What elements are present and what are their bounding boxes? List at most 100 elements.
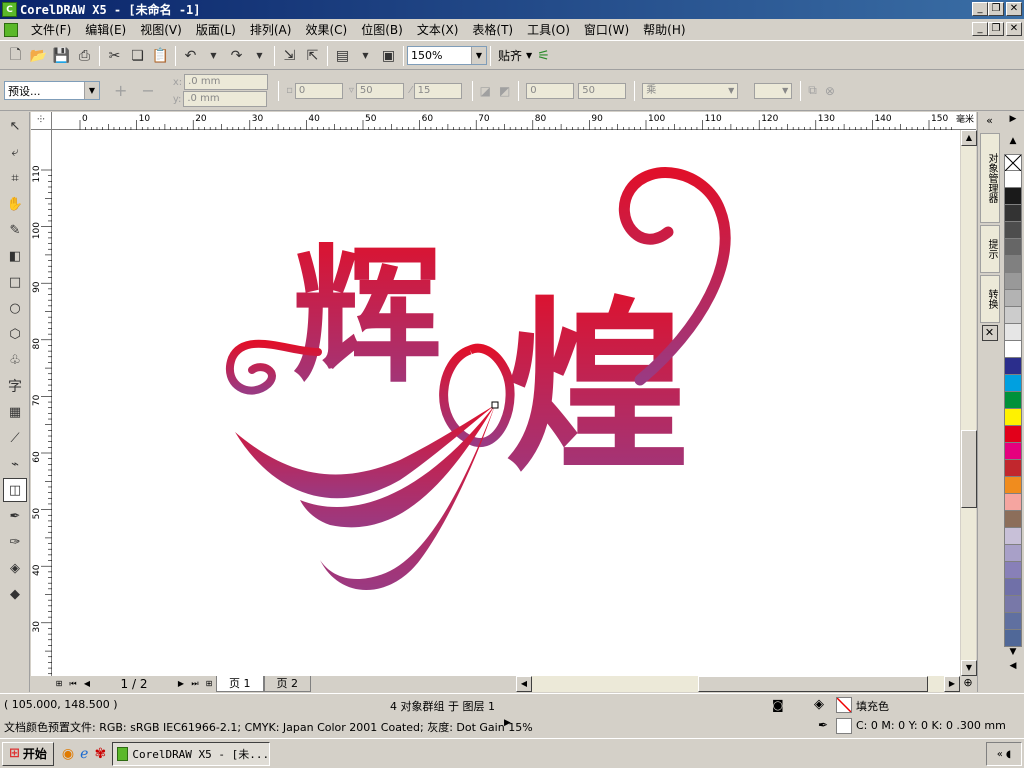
docker-collapse-icon[interactable]: «: [978, 114, 1001, 127]
color-profile-info[interactable]: 文档颜色预置文件: RGB: sRGB IEC61966-2.1; CMYK: …: [4, 719, 533, 735]
menu-file[interactable]: 文件(F): [24, 21, 78, 39]
dimension-tool[interactable]: ⟋: [3, 426, 27, 450]
doc-restore-button[interactable]: ❐: [988, 22, 1004, 36]
docker-tab-transform[interactable]: 转换: [980, 275, 1000, 323]
clear-shadow-icon[interactable]: ⊗: [825, 84, 835, 98]
drop-shadow-tool[interactable]: ◫: [3, 478, 27, 502]
outline-tool[interactable]: ✑: [3, 530, 27, 554]
palette-swatch[interactable]: [1004, 307, 1022, 324]
palette-swatch[interactable]: [1004, 409, 1022, 426]
add-page-after-button[interactable]: ⊞: [202, 677, 216, 691]
remove-preset-icon[interactable]: −: [141, 81, 154, 100]
table-tool[interactable]: ▦: [3, 400, 27, 424]
palette-swatch[interactable]: [1004, 205, 1022, 222]
close-button[interactable]: ✕: [1006, 2, 1022, 16]
palette-swatch[interactable]: [1004, 171, 1022, 188]
restore-button[interactable]: ❐: [988, 2, 1004, 16]
palette-swatch[interactable]: [1004, 596, 1022, 613]
shadow-feather-field[interactable]: 15: [413, 82, 462, 99]
copy-button[interactable]: ❏: [126, 45, 149, 67]
palette-swatch[interactable]: [1004, 273, 1022, 290]
horizontal-scrollbar[interactable]: ◀ ▶: [516, 676, 960, 692]
palette-swatch[interactable]: [1004, 630, 1022, 647]
smart-fill-tool[interactable]: ◧: [3, 244, 27, 268]
palette-swatch[interactable]: [1004, 392, 1022, 409]
system-tray[interactable]: « ◖: [986, 742, 1022, 766]
palette-swatch[interactable]: [1004, 477, 1022, 494]
artwork[interactable]: 辉 煌: [52, 130, 960, 676]
paste-button[interactable]: 📋: [149, 45, 172, 67]
menu-help[interactable]: 帮助(H): [636, 21, 692, 39]
document-icon[interactable]: [4, 22, 18, 37]
doc-close-button[interactable]: ✕: [1006, 22, 1022, 36]
app-launcher-button[interactable]: ▤: [331, 45, 354, 67]
x-offset-field[interactable]: .0 mm: [184, 74, 269, 90]
palette-swatch[interactable]: [1004, 426, 1022, 443]
docker-close-icon[interactable]: ✕: [981, 325, 998, 341]
vertical-scrollbar[interactable]: ▲ ▼: [960, 130, 977, 676]
scroll-down-button[interactable]: ▼: [961, 660, 977, 676]
scroll-right-button[interactable]: ▶: [944, 676, 960, 692]
curve-tool[interactable]: ✎: [3, 218, 27, 242]
new-document-button[interactable]: 🗋: [4, 45, 27, 67]
palette-swatch[interactable]: [1004, 324, 1022, 341]
shadow-opacity-field[interactable]: 50: [355, 82, 404, 99]
menu-view[interactable]: 视图(V): [133, 21, 189, 39]
palette-swatch[interactable]: [1004, 579, 1022, 596]
palette-swatch[interactable]: [1004, 222, 1022, 239]
menu-text[interactable]: 文本(X): [410, 21, 466, 39]
interactive-fill-tool[interactable]: ◆: [3, 582, 27, 606]
feather-direction-icon[interactable]: ◪: [480, 84, 491, 98]
ruler-origin[interactable]: ⸭: [31, 112, 52, 130]
y-offset-field[interactable]: .0 mm: [183, 91, 268, 107]
palette-swatch[interactable]: [1004, 562, 1022, 579]
docker-tab-hints[interactable]: 提示: [980, 225, 1000, 273]
app-launcher-dropdown[interactable]: ▼: [354, 45, 377, 67]
pan-tool[interactable]: ✋: [3, 192, 27, 216]
menu-effects[interactable]: 效果(C): [298, 21, 354, 39]
zoom-navigator-icon[interactable]: ⊕: [960, 676, 976, 692]
no-color-swatch[interactable]: [1004, 154, 1022, 171]
redo-dropdown[interactable]: ▼: [248, 45, 271, 67]
drawing-canvas[interactable]: 辉 煌: [52, 130, 960, 676]
last-page-button[interactable]: ⏭: [188, 677, 202, 691]
pick-tool[interactable]: ↖: [3, 114, 27, 138]
open-button[interactable]: 📂: [27, 45, 50, 67]
connector-tool[interactable]: ⌁: [3, 452, 27, 476]
tab-page-2[interactable]: 页 2: [263, 676, 311, 692]
ellipse-tool[interactable]: ○: [3, 296, 27, 320]
add-page-before-button[interactable]: ⊞: [52, 677, 66, 691]
palette-swatch[interactable]: [1004, 613, 1022, 630]
menu-tools[interactable]: 工具(O): [520, 21, 577, 39]
menu-table[interactable]: 表格(T): [465, 21, 520, 39]
palette-scroll-down-icon[interactable]: ▼: [1004, 647, 1022, 661]
menu-window[interactable]: 窗口(W): [577, 21, 636, 39]
palette-swatch[interactable]: [1004, 443, 1022, 460]
menu-layout[interactable]: 版面(L): [189, 21, 243, 39]
horizontal-ruler[interactable]: 0 10 20 30 40 50 60 70 80 90 100 110 120 130 140 150 毫米: [52, 112, 976, 130]
character-hui[interactable]: 辉: [292, 228, 442, 404]
palette-swatch[interactable]: [1004, 239, 1022, 256]
snapshot-icon[interactable]: ◙: [772, 698, 784, 712]
character-huang[interactable]: 煌: [505, 278, 690, 496]
add-preset-icon[interactable]: +: [114, 81, 127, 100]
crop-tool[interactable]: ⌗: [3, 166, 27, 190]
undo-button[interactable]: ↶: [179, 45, 202, 67]
import-button[interactable]: ⇲: [278, 45, 301, 67]
ie-icon[interactable]: ℯ: [80, 746, 88, 762]
copy-shadow-icon[interactable]: ⧉: [808, 83, 817, 98]
outline-color-swatch[interactable]: [836, 718, 852, 734]
first-page-button[interactable]: ⏮: [66, 677, 80, 691]
palette-scroll-up-icon[interactable]: ▲: [1004, 128, 1022, 154]
doc-minimize-button[interactable]: _: [972, 22, 988, 36]
text-tool[interactable]: 字: [3, 374, 27, 398]
vertical-scroll-thumb[interactable]: [961, 430, 977, 508]
taskbar-coreldraw-button[interactable]: CorelDRAW X5 - [未...: [112, 741, 271, 766]
blend-mode-select[interactable]: 乘 ▼: [642, 82, 739, 99]
feather-edge-icon[interactable]: ◩: [499, 84, 510, 98]
minimize-button[interactable]: _: [972, 2, 988, 16]
palette-swatch[interactable]: [1004, 358, 1022, 375]
eyedropper-tool[interactable]: ✒: [3, 504, 27, 528]
palette-swatch[interactable]: [1004, 341, 1022, 358]
basic-shapes-tool[interactable]: ♧: [3, 348, 27, 372]
